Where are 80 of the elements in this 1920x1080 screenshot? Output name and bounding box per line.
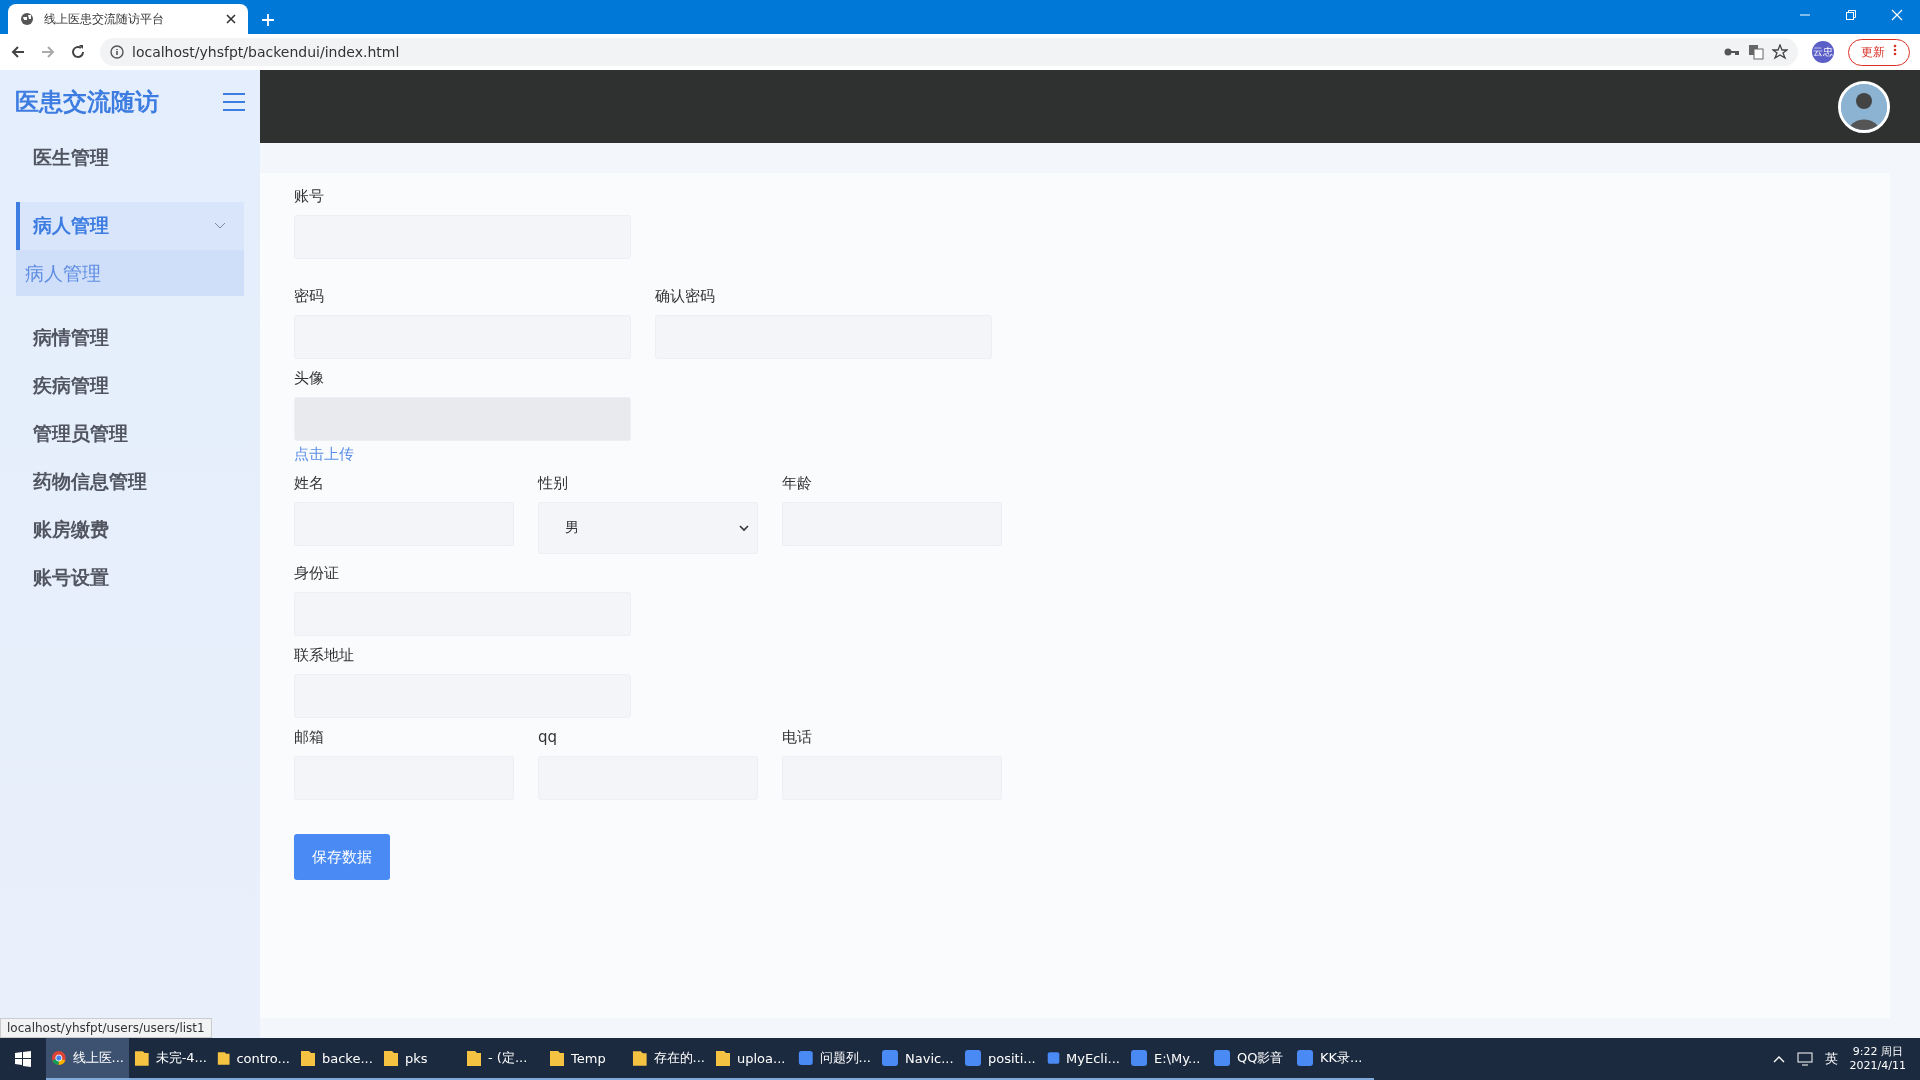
taskbar-item[interactable]: - (定... [461,1038,544,1080]
star-icon[interactable] [1772,44,1788,60]
taskbar-item[interactable]: MyEcli... [1042,1038,1125,1080]
tab-title: 线上医患交流随访平台 [44,10,165,28]
app-icon [1296,1049,1314,1067]
folder-icon [466,1049,482,1067]
taskbar-item[interactable]: contro... [212,1038,295,1080]
taskbar-item[interactable]: backe... [295,1038,378,1080]
field-label: 身份证 [294,564,340,582]
forward-icon[interactable] [40,44,56,60]
globe-icon [20,12,34,26]
chevron-icon [214,222,226,230]
key-icon[interactable] [1724,47,1740,57]
clock-date: 2021/4/11 [1849,1059,1906,1073]
browser-tab[interactable]: 线上医患交流随访平台 [8,4,248,34]
field-label: 年龄 [782,474,813,492]
field-label: 密码 [294,287,325,305]
field-label: 姓名 [294,474,325,492]
new-tab-icon[interactable] [262,14,274,26]
folder-icon [632,1049,648,1067]
field-label: 账号 [294,187,325,205]
back-icon[interactable] [10,44,26,60]
restore-icon[interactable] [1846,10,1856,20]
taskbar-item[interactable]: 未完-4... [129,1038,212,1080]
taskbar-item[interactable]: Temp [544,1038,627,1080]
more-icon[interactable] [1893,43,1897,56]
folder-icon [383,1049,399,1067]
taskbar-item[interactable]: 问题列... [793,1038,876,1080]
taskbar-item[interactable]: uploa... [710,1038,793,1080]
taskbar-item[interactable]: pks [378,1038,461,1080]
taskbar-item[interactable]: E:\My... [1125,1038,1208,1080]
taskbar-item[interactable]: KK录... [1291,1038,1374,1080]
taskbar-item[interactable]: 存在的... [627,1038,710,1080]
app-icon [964,1049,982,1067]
sidebar-item[interactable]: 医生管理 [0,134,244,182]
app-title: 医患交流随访 [15,87,159,118]
menu-icon[interactable] [222,92,246,112]
field-label: 性别 [538,474,569,492]
url-text: localhost/yhsfpt/backendui/index.html [132,44,401,60]
clock-time: 9:22 周日 [1851,1045,1904,1059]
folder-icon [217,1049,231,1067]
info-icon [110,45,124,59]
app-icon [881,1049,899,1067]
windows-icon[interactable] [15,1051,31,1067]
app-icon [798,1049,814,1067]
user-avatar[interactable] [1838,80,1890,133]
taskbar-item[interactable]: 线上医... [46,1038,129,1080]
app-icon [1213,1049,1231,1067]
app-icon [1047,1049,1061,1067]
sidebar-item[interactable]: 账房缴费 [0,506,244,554]
chevron-up-icon[interactable] [1772,1055,1785,1063]
sidebar-item[interactable]: 药物信息管理 [0,458,244,506]
gender-select[interactable]: 男 [538,502,758,554]
folder-icon [300,1049,316,1067]
field-label: qq [538,728,559,746]
profile-avatar[interactable]: 云忠 [1812,41,1834,63]
taskbar-item[interactable]: positi... [959,1038,1042,1080]
reload-icon[interactable] [70,44,86,60]
field-label: 邮箱 [294,728,325,746]
ime-indicator[interactable]: 英 [1824,1050,1838,1068]
sidebar-item[interactable]: 疾病管理 [0,362,244,410]
sidebar-item[interactable]: 管理员管理 [0,410,244,458]
taskbar-item[interactable]: Navic... [876,1038,959,1080]
field-label: 确认密码 [655,287,716,305]
close-icon[interactable] [226,14,236,24]
sidebar-item[interactable]: 病情管理 [0,314,244,362]
browser-icon [51,1049,67,1067]
field-label: 联系地址 [294,646,355,664]
address-bar[interactable]: localhost/yhsfpt/backendui/index.html [100,38,1798,66]
sidebar-item[interactable]: 账号设置 [0,554,244,602]
field-label: 电话 [782,728,813,746]
folder-icon [549,1049,565,1067]
folder-icon [134,1049,150,1067]
app-icon [1130,1049,1148,1067]
field-label: 头像 [294,369,325,387]
chevron-down-icon [739,524,749,532]
status-url: localhost/yhsfpt/users/users/list1 [0,1018,212,1038]
folder-icon [715,1049,731,1067]
taskbar-item[interactable]: QQ影音 [1208,1038,1291,1080]
update-button[interactable]: 更新 [1848,38,1910,66]
